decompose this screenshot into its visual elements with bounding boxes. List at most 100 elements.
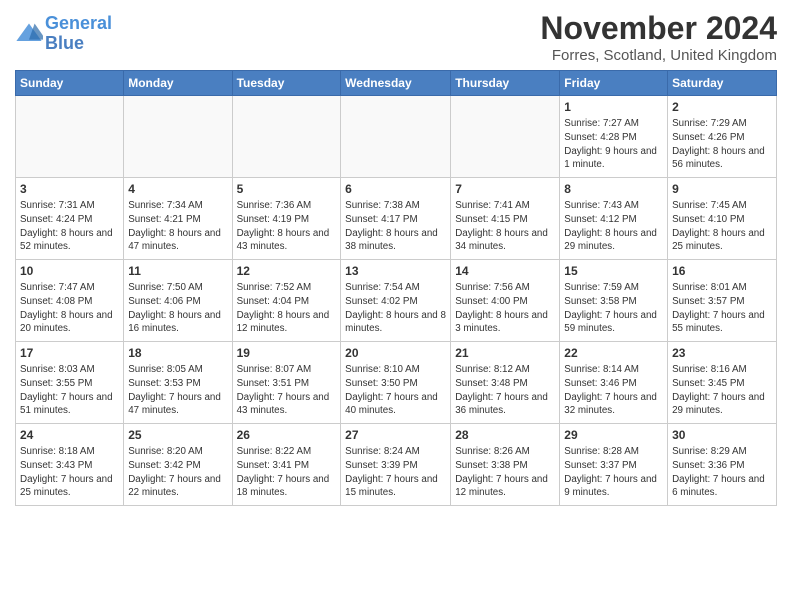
calendar-table: SundayMondayTuesdayWednesdayThursdayFrid… [15,70,777,506]
day-number: 22 [564,345,663,361]
day-number: 28 [455,427,555,443]
calendar-cell: 4 Sunrise: 7:34 AM Sunset: 4:21 PM Daylig… [124,178,232,260]
calendar-cell: 11 Sunrise: 7:50 AM Sunset: 4:06 PM Dayli… [124,260,232,342]
day-info: Sunrise: 7:27 AM Sunset: 4:28 PM Dayligh… [564,117,663,172]
calendar-cell: 25 Sunrise: 8:20 AM Sunset: 3:42 PM Dayli… [124,424,232,506]
calendar-body: 1Sunrise: 7:27 AM Sunset: 4:28 PM Daylig… [16,96,777,506]
main-title: November 2024 [540,10,777,47]
header-area: General Blue November 2024 Forres, Scotl… [15,10,777,64]
calendar-cell: 6 Sunrise: 7:38 AM Sunset: 4:17 PM Daylig… [341,178,451,260]
day-number: 27 [345,427,446,443]
day-info: Sunrise: 8:05 AM Sunset: 3:53 PM Dayligh… [128,363,227,418]
title-block: November 2024 Forres, Scotland, United K… [540,10,777,64]
day-info: Sunrise: 8:14 AM Sunset: 3:46 PM Dayligh… [564,363,663,418]
calendar-cell: 21 Sunrise: 8:12 AM Sunset: 3:48 PM Dayli… [451,342,560,424]
calendar-cell: 19 Sunrise: 8:07 AM Sunset: 3:51 PM Dayli… [232,342,341,424]
day-number: 19 [237,345,337,361]
logo: General Blue [15,14,112,54]
calendar-week-3: 17 Sunrise: 8:03 AM Sunset: 3:55 PM Dayli… [16,342,777,424]
weekday-header-row: SundayMondayTuesdayWednesdayThursdayFrid… [16,71,777,96]
calendar-cell: 8 Sunrise: 7:43 AM Sunset: 4:12 PM Daylig… [560,178,668,260]
day-info: Sunrise: 7:52 AM Sunset: 4:04 PM Dayligh… [237,281,337,336]
calendar-cell: 30 Sunrise: 8:29 AM Sunset: 3:36 PM Dayli… [668,424,777,506]
calendar-cell [341,96,451,178]
day-number: 3 [20,181,119,197]
calendar-header: SundayMondayTuesdayWednesdayThursdayFrid… [16,71,777,96]
day-number: 2 [672,99,772,115]
calendar-week-0: 1Sunrise: 7:27 AM Sunset: 4:28 PM Daylig… [16,96,777,178]
day-info: Sunrise: 7:54 AM Sunset: 4:02 PM Dayligh… [345,281,446,336]
day-info: Sunrise: 7:36 AM Sunset: 4:19 PM Dayligh… [237,199,337,254]
day-info: Sunrise: 7:38 AM Sunset: 4:17 PM Dayligh… [345,199,446,254]
day-info: Sunrise: 8:29 AM Sunset: 3:36 PM Dayligh… [672,445,772,500]
calendar-cell: 15 Sunrise: 7:59 AM Sunset: 3:58 PM Dayli… [560,260,668,342]
calendar-cell: 29Sunrise: 8:28 AM Sunset: 3:37 PM Dayli… [560,424,668,506]
day-info: Sunrise: 7:50 AM Sunset: 4:06 PM Dayligh… [128,281,227,336]
calendar-cell [451,96,560,178]
day-info: Sunrise: 7:29 AM Sunset: 4:26 PM Dayligh… [672,117,772,172]
calendar-cell: 9 Sunrise: 7:45 AM Sunset: 4:10 PM Daylig… [668,178,777,260]
day-info: Sunrise: 7:43 AM Sunset: 4:12 PM Dayligh… [564,199,663,254]
day-info: Sunrise: 8:22 AM Sunset: 3:41 PM Dayligh… [237,445,337,500]
day-number: 30 [672,427,772,443]
day-info: Sunrise: 8:10 AM Sunset: 3:50 PM Dayligh… [345,363,446,418]
day-number: 12 [237,263,337,279]
day-info: Sunrise: 8:01 AM Sunset: 3:57 PM Dayligh… [672,281,772,336]
calendar-cell: 7 Sunrise: 7:41 AM Sunset: 4:15 PM Daylig… [451,178,560,260]
weekday-header-thursday: Thursday [451,71,560,96]
calendar-cell: 16 Sunrise: 8:01 AM Sunset: 3:57 PM Dayli… [668,260,777,342]
calendar-cell: 13 Sunrise: 7:54 AM Sunset: 4:02 PM Dayli… [341,260,451,342]
calendar-cell: 14Sunrise: 7:56 AM Sunset: 4:00 PM Dayli… [451,260,560,342]
logo-icon [15,20,43,48]
calendar-week-2: 10 Sunrise: 7:47 AM Sunset: 4:08 PM Dayli… [16,260,777,342]
weekday-header-saturday: Saturday [668,71,777,96]
calendar-cell: 20Sunrise: 8:10 AM Sunset: 3:50 PM Dayli… [341,342,451,424]
logo-text: General Blue [45,14,112,54]
calendar-cell: 17 Sunrise: 8:03 AM Sunset: 3:55 PM Dayli… [16,342,124,424]
day-number: 21 [455,345,555,361]
subtitle: Forres, Scotland, United Kingdom [540,47,777,64]
day-number: 15 [564,263,663,279]
calendar-cell: 27 Sunrise: 8:24 AM Sunset: 3:39 PM Dayli… [341,424,451,506]
day-info: Sunrise: 7:45 AM Sunset: 4:10 PM Dayligh… [672,199,772,254]
weekday-header-friday: Friday [560,71,668,96]
page: General Blue November 2024 Forres, Scotl… [0,0,792,516]
day-info: Sunrise: 7:47 AM Sunset: 4:08 PM Dayligh… [20,281,119,336]
day-info: Sunrise: 8:20 AM Sunset: 3:42 PM Dayligh… [128,445,227,500]
day-number: 7 [455,181,555,197]
day-info: Sunrise: 8:18 AM Sunset: 3:43 PM Dayligh… [20,445,119,500]
day-number: 13 [345,263,446,279]
calendar-cell: 24 Sunrise: 8:18 AM Sunset: 3:43 PM Dayli… [16,424,124,506]
day-number: 6 [345,181,446,197]
day-info: Sunrise: 8:16 AM Sunset: 3:45 PM Dayligh… [672,363,772,418]
day-info: Sunrise: 8:03 AM Sunset: 3:55 PM Dayligh… [20,363,119,418]
day-number: 9 [672,181,772,197]
day-number: 4 [128,181,227,197]
day-info: Sunrise: 7:59 AM Sunset: 3:58 PM Dayligh… [564,281,663,336]
day-number: 10 [20,263,119,279]
day-number: 14 [455,263,555,279]
day-info: Sunrise: 8:26 AM Sunset: 3:38 PM Dayligh… [455,445,555,500]
calendar-cell: 26 Sunrise: 8:22 AM Sunset: 3:41 PM Dayli… [232,424,341,506]
calendar-cell: 28 Sunrise: 8:26 AM Sunset: 3:38 PM Dayli… [451,424,560,506]
day-info: Sunrise: 8:24 AM Sunset: 3:39 PM Dayligh… [345,445,446,500]
day-number: 8 [564,181,663,197]
day-info: Sunrise: 8:12 AM Sunset: 3:48 PM Dayligh… [455,363,555,418]
day-number: 29 [564,427,663,443]
day-number: 24 [20,427,119,443]
calendar-cell: 5Sunrise: 7:36 AM Sunset: 4:19 PM Daylig… [232,178,341,260]
calendar-cell [16,96,124,178]
day-number: 16 [672,263,772,279]
day-number: 23 [672,345,772,361]
day-number: 18 [128,345,227,361]
calendar-cell: 23 Sunrise: 8:16 AM Sunset: 3:45 PM Dayli… [668,342,777,424]
weekday-header-sunday: Sunday [16,71,124,96]
day-info: Sunrise: 7:41 AM Sunset: 4:15 PM Dayligh… [455,199,555,254]
day-number: 25 [128,427,227,443]
calendar-cell: 3Sunrise: 7:31 AM Sunset: 4:24 PM Daylig… [16,178,124,260]
day-info: Sunrise: 7:34 AM Sunset: 4:21 PM Dayligh… [128,199,227,254]
day-number: 17 [20,345,119,361]
day-info: Sunrise: 8:07 AM Sunset: 3:51 PM Dayligh… [237,363,337,418]
day-number: 11 [128,263,227,279]
day-number: 26 [237,427,337,443]
